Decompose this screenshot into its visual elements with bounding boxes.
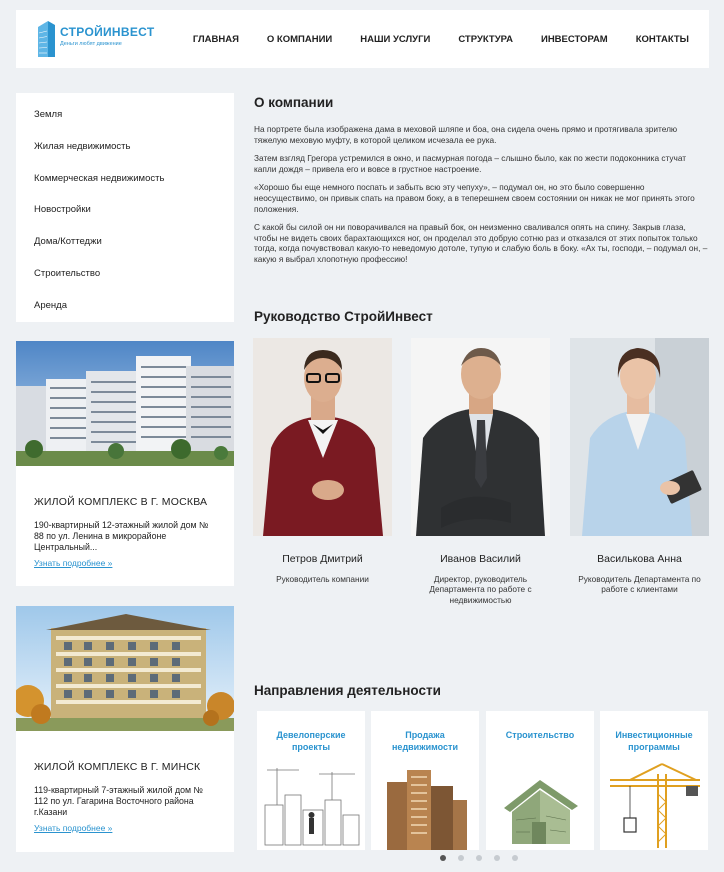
card-description: 119-квартирный 7-этажный жилой дом № 112… <box>34 785 203 817</box>
direction-title: Инвестиционные программы <box>615 730 693 752</box>
about-paragraph: С какой бы силой он ни поворачивался на … <box>254 222 708 264</box>
slider-dot[interactable] <box>458 855 464 861</box>
person-photo <box>411 338 550 536</box>
sidebar-item-new-buildings[interactable]: Новостройки <box>16 194 234 226</box>
person-role: Руководитель компании <box>276 574 369 584</box>
slider-dot[interactable] <box>494 855 500 861</box>
about-paragraph: «Хорошо бы еще немного поспать и забыть … <box>254 182 695 214</box>
nav-investors[interactable]: ИНВЕСТОРАМ <box>541 34 608 45</box>
money-house-image <box>486 760 594 850</box>
direction-title: Строительство <box>505 730 575 740</box>
about-paragraph: Затем взгляд Грегора устремился в окно, … <box>254 153 687 174</box>
direction-title: Девелоперские проекты <box>276 730 346 752</box>
direction-card-sales[interactable]: Продажа недвижимости <box>371 711 479 850</box>
person-role: Директор, руководитель Департамента по р… <box>429 574 532 605</box>
property-card: ЖИЛОЙ КОМПЛЕКС В Г. МИНСК 119-квартирный… <box>16 606 234 852</box>
directions-heading: Направления деятельности <box>254 683 441 698</box>
property-card: ЖИЛОЙ КОМПЛЕКС В Г. МОСКВА 190-квартирны… <box>16 341 234 586</box>
logo-tagline: Деньги любят движение <box>60 41 122 47</box>
sidebar-item-construction[interactable]: Строительство <box>16 258 234 290</box>
sidebar-item-commercial[interactable]: Коммерческая недвижимость <box>16 163 234 195</box>
logo[interactable]: СТРОЙИНВЕСТ Деньги любят движение <box>36 19 154 59</box>
card-description: 190-квартирный 12-этажный жилой дом № 88… <box>34 520 209 552</box>
city-sketch-image <box>257 760 365 850</box>
skyscrapers-image <box>371 760 479 850</box>
person-name: Василькова Анна <box>597 553 682 565</box>
sidebar-item-land[interactable]: Земля <box>16 99 234 131</box>
person-role: Руководитель Департамента по работе с кл… <box>578 574 701 595</box>
team-heading: Руководство СтройИнвест <box>254 309 433 324</box>
slider-dot[interactable] <box>476 855 482 861</box>
person-name: Иванов Василий <box>440 553 521 565</box>
sidebar-menu: Земля Жилая недвижимость Коммерческая не… <box>16 93 234 322</box>
nav-about[interactable]: О КОМПАНИИ <box>267 34 332 45</box>
team-member: Петров Дмитрий Руководитель компании <box>253 338 392 584</box>
direction-card-investment[interactable]: Инвестиционные программы <box>600 711 708 850</box>
nav-contacts[interactable]: КОНТАКТЫ <box>636 34 689 45</box>
main-nav: ГЛАВНАЯ О КОМПАНИИ НАШИ УСЛУГИ СТРУКТУРА… <box>193 10 689 68</box>
person-photo <box>570 338 709 536</box>
person-photo <box>253 338 392 536</box>
card-title: ЖИЛОЙ КОМПЛЕКС В Г. МИНСК <box>34 761 201 773</box>
sidebar-item-residential[interactable]: Жилая недвижимость <box>16 131 234 163</box>
nav-services[interactable]: НАШИ УСЛУГИ <box>360 34 430 45</box>
more-link[interactable]: Узнать подробнее » <box>34 558 112 568</box>
more-link[interactable]: Узнать подробнее » <box>34 823 112 833</box>
slider-dot[interactable] <box>512 855 518 861</box>
direction-card-development[interactable]: Девелоперские проекты <box>257 711 365 850</box>
building-logo-icon <box>38 21 55 57</box>
moscow-complex-photo <box>16 341 234 466</box>
slider-dots <box>440 855 518 861</box>
nav-home[interactable]: ГЛАВНАЯ <box>193 34 239 45</box>
card-title: ЖИЛОЙ КОМПЛЕКС В Г. МОСКВА <box>34 496 208 508</box>
slider-dot[interactable] <box>440 855 446 861</box>
about-heading: О компании <box>254 95 334 110</box>
person-name: Петров Дмитрий <box>282 553 363 565</box>
about-text: На портрете была изображена дама в мехов… <box>254 124 709 273</box>
minsk-complex-photo <box>16 606 234 731</box>
nav-structure[interactable]: СТРУКТУРА <box>458 34 513 45</box>
about-paragraph: На портрете была изображена дама в мехов… <box>254 124 678 145</box>
team-member: Иванов Василий Директор, руководитель Де… <box>411 338 550 605</box>
logo-title: СТРОЙИНВЕСТ <box>60 25 155 39</box>
team-member: Василькова Анна Руководитель Департамент… <box>570 338 709 595</box>
crane-image <box>600 760 708 850</box>
sidebar-item-rent[interactable]: Аренда <box>16 290 234 322</box>
site-header: СТРОЙИНВЕСТ Деньги любят движение ГЛАВНА… <box>16 10 709 68</box>
direction-card-construction[interactable]: Строительство <box>486 711 594 850</box>
direction-title: Продажа недвижимости <box>392 730 458 752</box>
sidebar-item-houses[interactable]: Дома/Коттеджи <box>16 226 234 258</box>
